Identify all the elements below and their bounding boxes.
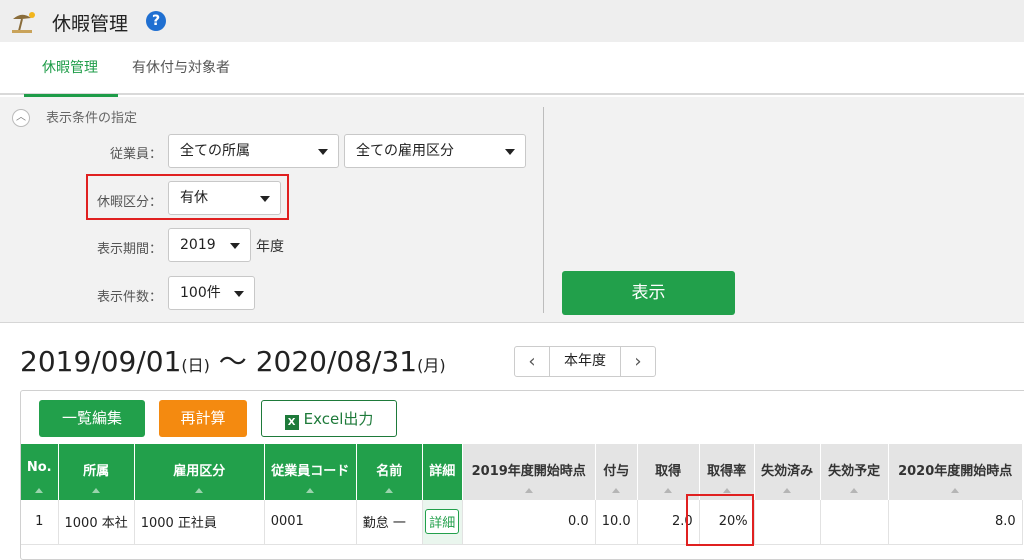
header-expired[interactable]: 失効済み xyxy=(754,444,821,500)
leave-type-label: 休暇区分： xyxy=(96,195,162,210)
sort-icon xyxy=(92,488,101,493)
collapse-icon[interactable]: ︿ xyxy=(12,109,30,127)
leave-type-select[interactable]: 有休 xyxy=(168,181,281,215)
cell-expired xyxy=(754,500,821,545)
range-end-day: (月) xyxy=(417,356,446,375)
cell-affiliation: 1000 本社 xyxy=(58,500,135,545)
highlight-box xyxy=(686,494,754,546)
show-button[interactable]: 表示 xyxy=(562,271,735,315)
sort-icon xyxy=(306,488,315,493)
beach-umbrella-icon xyxy=(12,12,35,33)
affiliation-value: 全ての所属 xyxy=(180,143,250,159)
cell-no: 1 xyxy=(21,500,59,545)
header-taken[interactable]: 取得 xyxy=(637,444,700,500)
leave-type-value: 有休 xyxy=(180,190,208,206)
header-rate[interactable]: 取得率 xyxy=(699,444,755,500)
tab-bar: 休暇管理 有休付与対象者 xyxy=(0,42,1024,97)
title-bar: 休暇管理 ? xyxy=(0,0,1024,42)
affiliation-select[interactable]: 全ての所属 xyxy=(168,134,339,168)
chevron-down-icon xyxy=(505,149,515,155)
chevron-down-icon xyxy=(260,196,270,202)
period-label: 表示期間： xyxy=(96,242,162,257)
sort-icon xyxy=(612,488,621,493)
sort-icon xyxy=(722,488,731,493)
leave-table: No. 所属 雇用区分 従業員コード 名前 詳細 2019年度開始時点 付与 取… xyxy=(21,444,1023,545)
sort-icon xyxy=(524,488,533,493)
year-select[interactable]: 2019 xyxy=(168,228,251,262)
excel-export-label: Excel出力 xyxy=(303,410,374,428)
range-start: 2019/09/01 xyxy=(20,345,182,378)
header-employment[interactable]: 雇用区分 xyxy=(134,444,265,500)
sort-icon xyxy=(783,488,792,493)
chevron-down-icon xyxy=(318,149,328,155)
results-card: 一覧編集 再計算 X Excel出力 No. 所属 雇用区分 従業員コード 名前 … xyxy=(20,390,1024,560)
header-no[interactable]: No. xyxy=(21,444,59,500)
excel-export-button[interactable]: X Excel出力 xyxy=(261,400,397,437)
header-to-expire[interactable]: 失効予定 xyxy=(820,444,889,500)
cell-end-balance: 8.0 xyxy=(888,500,1023,545)
cell-to-expire xyxy=(820,500,889,545)
chevron-right-icon[interactable]: › xyxy=(621,347,655,376)
employee-label: 従業員： xyxy=(109,147,162,162)
cell-start-balance: 0.0 xyxy=(462,500,596,545)
help-icon[interactable]: ? xyxy=(146,11,166,31)
cell-detail: 詳細 xyxy=(422,500,463,545)
recalculate-button[interactable]: 再計算 xyxy=(159,400,247,437)
tab-leave-management[interactable]: 休暇管理 xyxy=(24,42,118,97)
chevron-down-icon xyxy=(234,291,244,297)
divider xyxy=(543,107,544,313)
sort-icon xyxy=(664,488,673,493)
year-value: 2019 xyxy=(180,237,216,253)
cell-grant: 10.0 xyxy=(595,500,638,545)
excel-icon: X xyxy=(284,415,299,430)
cell-employment: 1000 正社員 xyxy=(134,500,265,545)
detail-button[interactable]: 詳細 xyxy=(425,509,460,535)
sort-icon xyxy=(195,488,204,493)
count-label: 表示件数： xyxy=(96,290,162,305)
header-employee-code[interactable]: 従業員コード xyxy=(264,444,357,500)
current-period-button[interactable]: 本年度 xyxy=(549,347,621,376)
employment-type-select[interactable]: 全ての雇用区分 xyxy=(344,134,526,168)
table-header-row: No. 所属 雇用区分 従業員コード 名前 詳細 2019年度開始時点 付与 取… xyxy=(21,444,1023,500)
count-select[interactable]: 100件 xyxy=(168,276,255,310)
header-affiliation[interactable]: 所属 xyxy=(58,444,135,500)
employment-type-value: 全ての雇用区分 xyxy=(356,143,454,159)
header-detail: 詳細 xyxy=(422,444,463,500)
count-value: 100件 xyxy=(180,285,221,301)
filter-title: 表示条件の指定 xyxy=(46,111,138,126)
tab-paid-leave-recipients[interactable]: 有休付与対象者 xyxy=(132,42,230,95)
chevron-left-icon[interactable]: ‹ xyxy=(515,347,549,376)
cell-employee-code: 0001 xyxy=(264,500,357,545)
range-start-day: (日) xyxy=(181,356,210,375)
sort-icon xyxy=(951,488,960,493)
range-end: 2020/08/31 xyxy=(255,345,418,378)
table-row: 1 1000 本社 1000 正社員 0001 勤怠 一 詳細 0.0 10.0… xyxy=(21,500,1023,545)
header-grant[interactable]: 付与 xyxy=(595,444,638,500)
sort-icon xyxy=(385,488,394,493)
date-range: 2019/09/01(日) 〜 2020/08/31(月) xyxy=(20,340,446,380)
header-start-balance[interactable]: 2019年度開始時点 xyxy=(462,444,596,500)
app-title: 休暇管理 xyxy=(52,13,129,35)
header-name[interactable]: 名前 xyxy=(356,444,423,500)
filter-panel: ︿ 表示条件の指定 従業員： 全ての所属 全ての雇用区分 休暇区分： 有休 表示… xyxy=(0,97,1024,323)
range-separator: 〜 xyxy=(218,345,247,378)
chevron-down-icon xyxy=(230,243,240,249)
bulk-edit-button[interactable]: 一覧編集 xyxy=(39,400,145,437)
year-suffix: 年度 xyxy=(256,239,284,255)
header-end-balance[interactable]: 2020年度開始時点 xyxy=(888,444,1023,500)
sort-icon xyxy=(35,488,44,493)
sort-icon xyxy=(850,488,859,493)
cell-name: 勤怠 一 xyxy=(356,500,423,545)
period-navigator: ‹ 本年度 › xyxy=(514,346,656,377)
